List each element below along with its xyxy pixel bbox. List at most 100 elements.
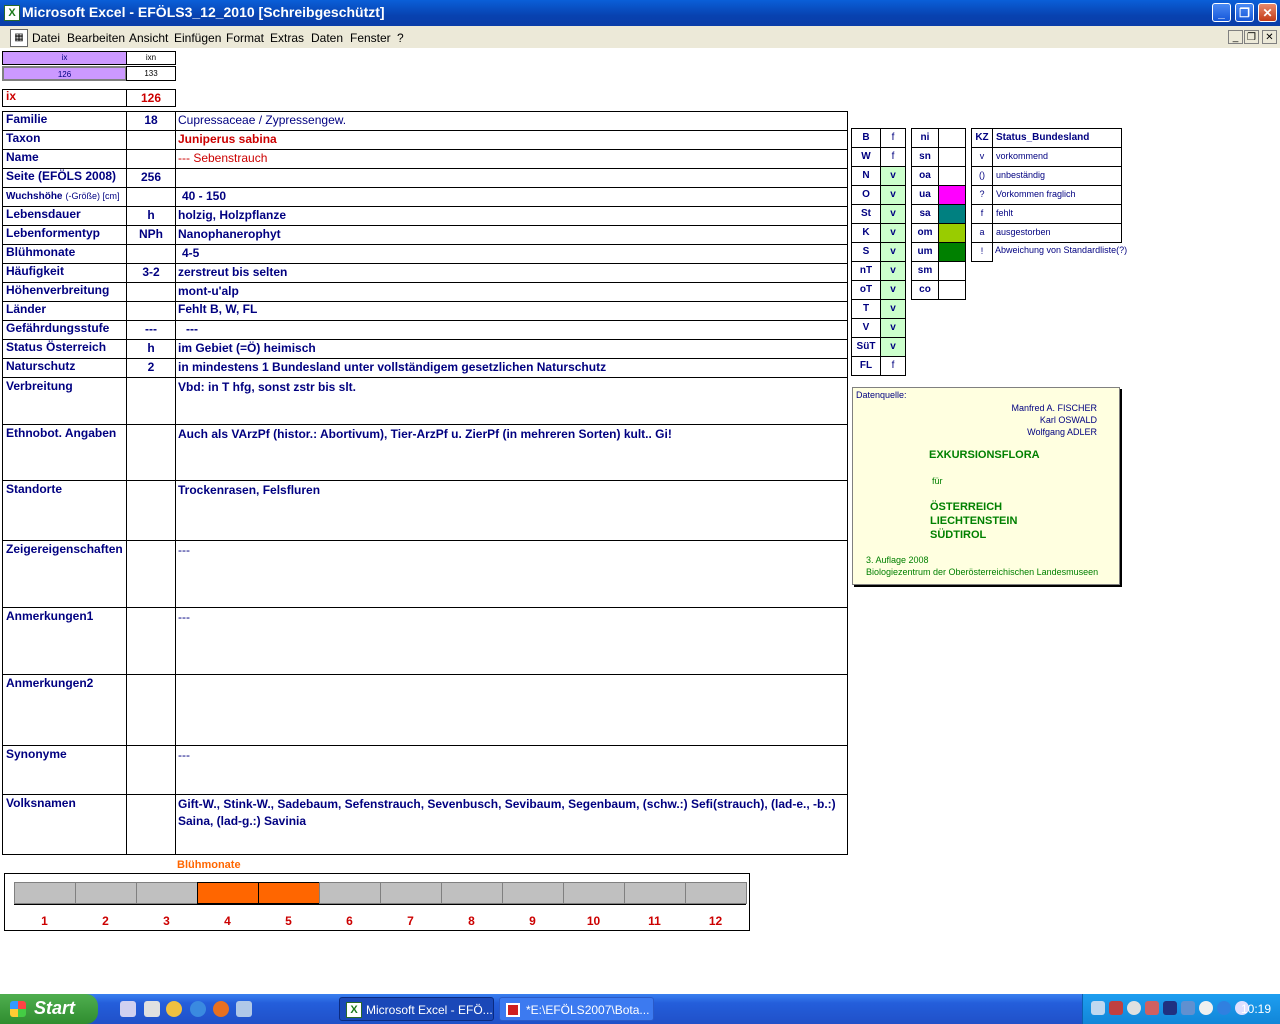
doc-minimize-button[interactable]: _ (1228, 30, 1243, 44)
bloom-axis (14, 904, 746, 905)
month-bar (136, 882, 198, 904)
doc-close-button[interactable]: ✕ (1262, 30, 1277, 44)
row-label-text: Seite (EFÖLS 2008) (6, 169, 117, 183)
menu-datei[interactable]: Datei (32, 31, 60, 45)
menu-ansicht[interactable]: Ansicht (129, 31, 168, 45)
row-label: Häufigkeit (2, 263, 127, 283)
row-label-text: Lebenformentyp (6, 226, 101, 240)
month-label: 1 (41, 914, 48, 928)
ix-header: ix (2, 51, 127, 65)
tray-icon-6[interactable] (1181, 1001, 1195, 1015)
menu-extras[interactable]: Extras (270, 31, 304, 45)
row-label-text: Status Österreich (6, 340, 107, 354)
block-label: Volksnamen (2, 794, 127, 855)
tray-icon-4[interactable] (1145, 1001, 1159, 1015)
firefox-icon[interactable] (213, 1001, 229, 1017)
taskbar: Start X Microsoft Excel - EFÖ... *E:\EFÖ… (0, 994, 1280, 1024)
author-2: Karl OSWALD (1039, 415, 1097, 425)
quicklaunch-icon-2[interactable] (144, 1001, 160, 1017)
taskbar-file-button[interactable]: *E:\EFÖLS2007\Bota... (499, 997, 654, 1021)
month-bar (75, 882, 137, 904)
row-label: Seite (EFÖLS 2008) (2, 168, 127, 188)
document-icon[interactable]: ▦ (10, 29, 28, 47)
state-value: v (880, 318, 906, 338)
menu-help[interactable]: ? (397, 31, 404, 45)
block-value-text: Auch als VArzPf (histor.: Abortivum), Ti… (178, 427, 672, 441)
shield-icon[interactable] (1163, 1001, 1177, 1015)
country-1: ÖSTERREICH (930, 501, 1003, 513)
block-value: --- (175, 540, 848, 608)
menu-format[interactable]: Format (226, 31, 264, 45)
media-player-icon[interactable] (166, 1001, 182, 1017)
network-icon[interactable] (1091, 1001, 1105, 1015)
block-value: --- (175, 745, 848, 795)
block-code (126, 794, 176, 855)
restore-button[interactable]: ❐ (1235, 3, 1254, 22)
legend-text: Vorkommen fraglich (992, 185, 1122, 205)
country-3: SÜDTIROL (930, 529, 987, 541)
block-code (126, 745, 176, 795)
menu-fenster[interactable]: Fenster (350, 31, 391, 45)
author-3: Wolfgang ADLER (1027, 427, 1097, 437)
menu-bearbeiten[interactable]: Bearbeiten (67, 31, 125, 45)
state-code: K (851, 223, 881, 243)
row-value: Cupressaceae / Zypressengew. (175, 111, 848, 131)
row-label: Länder (2, 301, 127, 321)
tray-icon-2[interactable] (1109, 1001, 1123, 1015)
start-button[interactable]: Start (0, 994, 98, 1024)
row-label: Name (2, 149, 127, 169)
doc-restore-button[interactable]: ❐ (1244, 30, 1259, 44)
windows-logo-icon (10, 1001, 26, 1017)
state-code: S (851, 242, 881, 262)
legend-text: vorkommend (992, 147, 1122, 167)
block-value-text-2: Saina, (lad-g.:) Savinia (178, 814, 307, 828)
block-label: Anmerkungen1 (2, 607, 127, 675)
month-bar (441, 882, 503, 904)
menu-daten[interactable]: Daten (311, 31, 343, 45)
row-code (126, 282, 176, 302)
tray-icon-7[interactable] (1199, 1001, 1213, 1015)
zone-color (938, 166, 966, 186)
row-label: Status Österreich (2, 339, 127, 359)
row-label-text: Höhenverbreitung (6, 283, 110, 297)
row-value: 40 - 150 (175, 187, 848, 207)
legend-kz: () (971, 166, 993, 186)
month-label: 12 (708, 914, 723, 928)
state-code: FL (851, 356, 881, 376)
row-code (126, 149, 176, 169)
excel-app-icon[interactable]: X (4, 5, 20, 21)
row-label: Höhenverbreitung (2, 282, 127, 302)
close-button[interactable]: ✕ (1258, 3, 1277, 22)
source-title: EXKURSIONSFLORA (929, 449, 1040, 461)
row-code: h (126, 339, 176, 359)
window-title-bar: X Microsoft Excel - EFÖLS3_12_2010 [Schr… (0, 0, 1280, 26)
search-icon[interactable] (1127, 1001, 1141, 1015)
row-label: Taxon (2, 130, 127, 150)
row-value: holzig, Holzpflanze (175, 206, 848, 226)
state-code: T (851, 299, 881, 319)
month-bar (258, 882, 320, 904)
row-value: in mindestens 1 Bundesland unter vollstä… (175, 358, 848, 378)
block-value-text: --- (178, 543, 190, 557)
minimize-button[interactable]: _ (1212, 3, 1231, 22)
info-icon[interactable] (1217, 1001, 1231, 1015)
bloom-months: 1 2 3 4 5 6 7 8 9 10 11 12 (5, 874, 751, 932)
file-icon (506, 1003, 520, 1017)
month-label: 5 (285, 914, 292, 928)
block-value: Vbd: in T hfg, sonst zstr bis slt. (175, 377, 848, 425)
system-tray: 10:19 (1082, 994, 1280, 1024)
block-code (126, 377, 176, 425)
source-box: Datenquelle: Manfred A. FISCHER Karl OSW… (852, 387, 1120, 585)
state-value: f (880, 147, 906, 167)
country-2: LIECHTENSTEIN (930, 515, 1018, 527)
legend-text: fehlt (992, 204, 1122, 224)
menu-einfuegen[interactable]: Einfügen (174, 31, 221, 45)
zone-color (938, 280, 966, 300)
ix-input[interactable]: 126 (2, 66, 127, 81)
taskbar-excel-button[interactable]: X Microsoft Excel - EFÖ... (339, 997, 494, 1021)
show-desktop-icon[interactable] (120, 1001, 136, 1017)
quicklaunch-icon-6[interactable] (236, 1001, 252, 1017)
source-fuer: für (932, 476, 943, 486)
row-value: --- Sebenstrauch (175, 149, 848, 169)
internet-explorer-icon[interactable] (190, 1001, 206, 1017)
